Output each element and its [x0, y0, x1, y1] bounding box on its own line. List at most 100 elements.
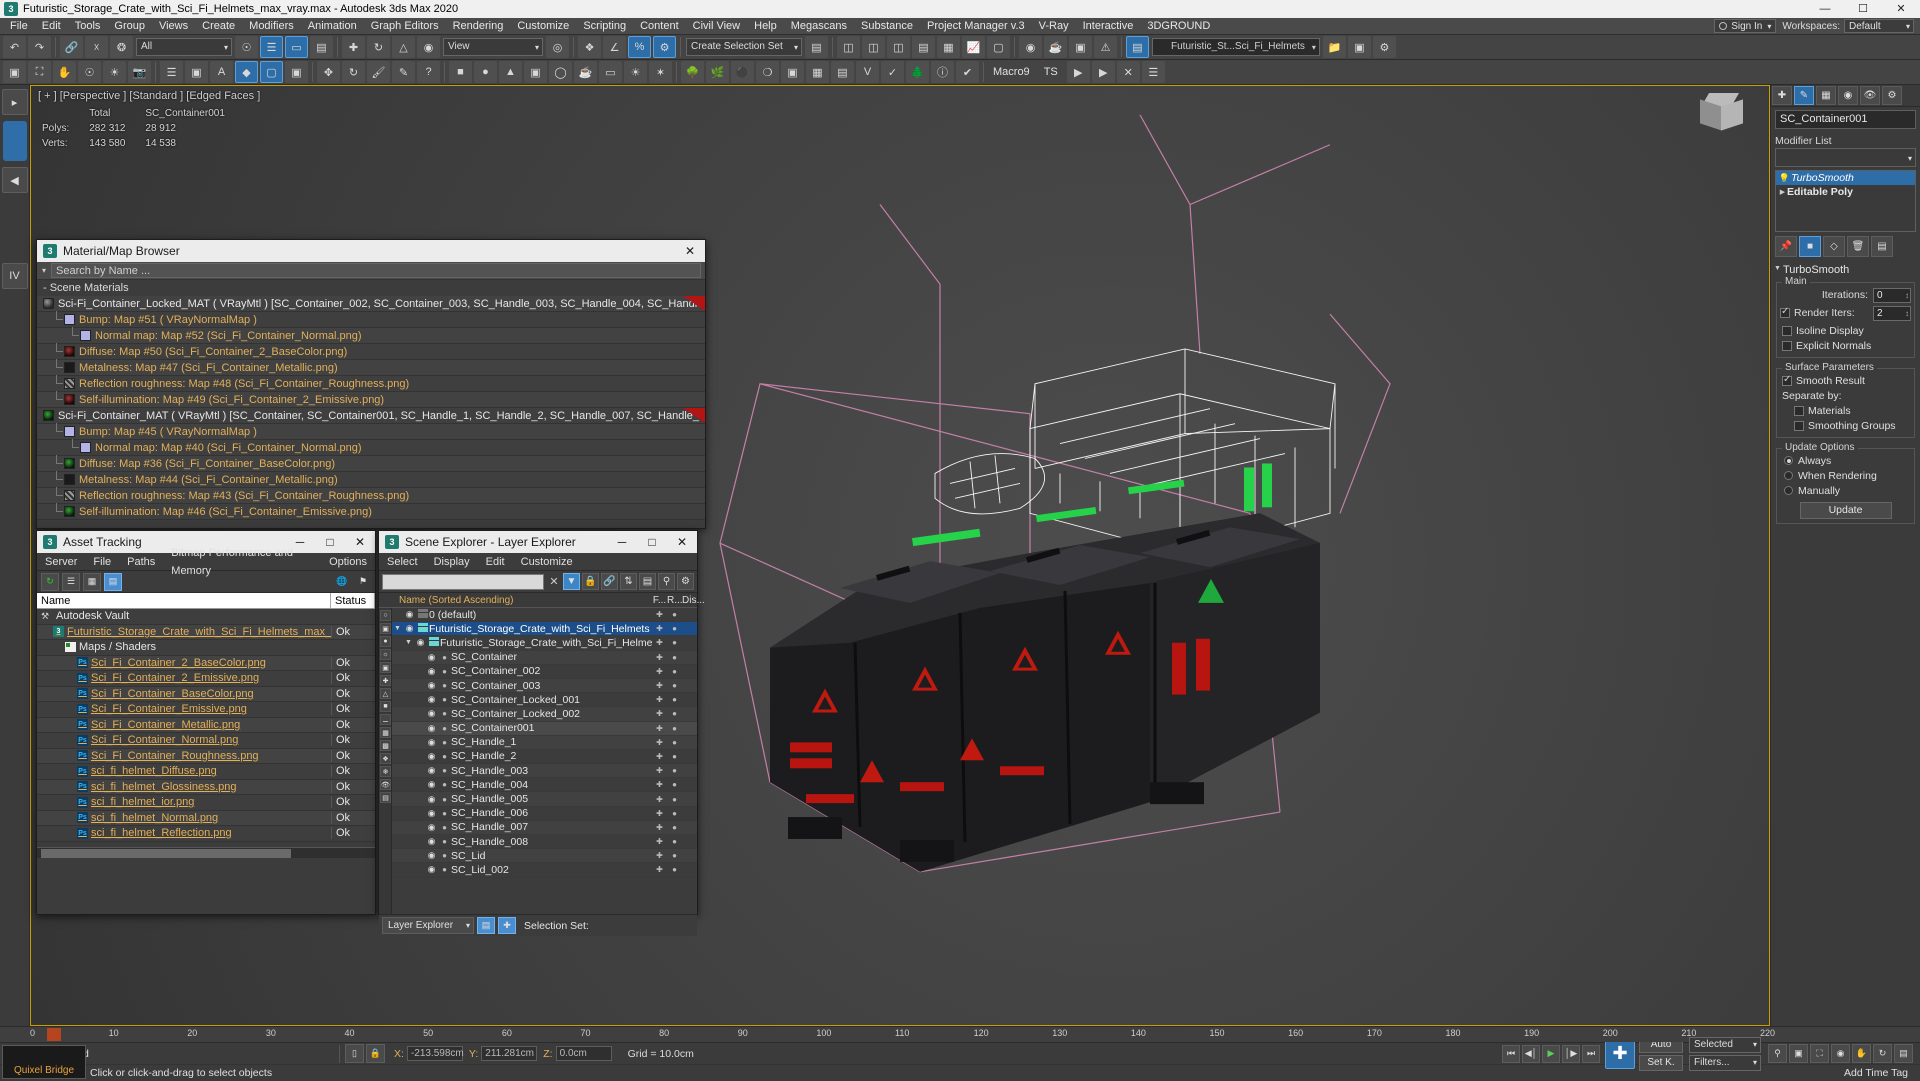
quick-render-icon[interactable]: ▣	[3, 61, 26, 83]
column-f-cell[interactable]: ✚	[652, 681, 667, 690]
scene-explorer-row[interactable]: ◉ ● SC_Lid ✚ ●	[392, 849, 697, 864]
ribbon-icon[interactable]: ▦	[937, 36, 960, 58]
tab-hierarchy[interactable]: ▦	[1816, 86, 1836, 105]
spinner-snap-icon[interactable]: ⚙	[653, 36, 676, 58]
column-header-status[interactable]: Status	[331, 593, 375, 608]
material-swatch-icon[interactable]	[64, 506, 75, 517]
time-slider[interactable]	[47, 1028, 61, 1041]
column-r-cell[interactable]: ●	[667, 752, 682, 761]
smooth-result-row[interactable]: Smooth Result	[1780, 373, 1911, 388]
add-time-tag-label[interactable]: Add Time Tag	[1844, 1067, 1908, 1079]
asset-name-cell[interactable]: Ps sci_fi_helmet_ior.png	[37, 796, 331, 808]
percent-snap-icon[interactable]: %	[628, 36, 651, 58]
proxy-icon[interactable]: ▣	[781, 61, 804, 83]
refresh-icon[interactable]: ↻	[41, 572, 59, 591]
column-r-cell[interactable]: ●	[667, 851, 682, 860]
iterations-spinner[interactable]: 0	[1873, 287, 1911, 303]
when-rendering-radio[interactable]	[1784, 471, 1793, 480]
brush-icon[interactable]: ✎	[392, 61, 415, 83]
grass-icon[interactable]: 🌿	[706, 61, 729, 83]
zoom-extents-icon[interactable]: ⛶	[1810, 1044, 1829, 1063]
select-object-icon[interactable]: ☉	[235, 36, 258, 58]
layer-explorer-tab[interactable]: Layer Explorer	[382, 917, 474, 934]
column-f-cell[interactable]: ✚	[652, 738, 667, 747]
layer-explorer-icon[interactable]: ◫	[887, 36, 910, 58]
select-link-icon[interactable]: 🔗	[60, 36, 83, 58]
scene-explorer-row[interactable]: ◉ ● SC_Container_Locked_001 ✚ ●	[392, 693, 697, 708]
y-field[interactable]: 211.281cm	[481, 1046, 538, 1061]
tree-icon[interactable]: 🌲	[906, 61, 929, 83]
column-r-cell[interactable]: ●	[667, 738, 682, 747]
scene-explorer-row[interactable]: ◉ ● SC_Container_002 ✚ ●	[392, 665, 697, 679]
rail-xref-icon[interactable]: ▩	[380, 740, 391, 751]
material-tree-row[interactable]: Sci-Fi_Container_MAT ( VRayMtl ) [SC_Con…	[37, 408, 705, 424]
asset-row[interactable]: Ps Sci_Fi_Container_2_BaseColor.png Ok	[37, 655, 375, 671]
approve-icon[interactable]: ✔	[956, 61, 979, 83]
scene-explorer-row[interactable]: ◉ ● SC_Handle_2 ✚ ●	[392, 750, 697, 765]
menu-item-rendering[interactable]: Rendering	[446, 18, 511, 35]
asset-row[interactable]: Ps sci_fi_helmet_Glossiness.png Ok	[37, 779, 375, 795]
select-scale-icon[interactable]: △	[392, 36, 415, 58]
column-f-cell[interactable]: ✚	[652, 695, 667, 704]
modifier-stack[interactable]: 💡 TurboSmooth ▶ Editable Poly	[1775, 170, 1916, 232]
material-swatch-icon[interactable]	[64, 378, 75, 389]
column-f-cell[interactable]: ✚	[652, 653, 667, 662]
unlink-icon[interactable]: ☓	[85, 36, 108, 58]
column-r-cell[interactable]: ●	[667, 795, 682, 804]
globe-icon[interactable]: 🌐	[333, 573, 351, 591]
modifier-stack-item-editablepoly[interactable]: ▶ Editable Poly	[1776, 185, 1915, 199]
minimize-button[interactable]: —	[1806, 0, 1844, 18]
column-f-cell[interactable]: ✚	[652, 667, 667, 676]
scene-explorer-row[interactable]: ◉ ● SC_Handle_1 ✚ ●	[392, 735, 697, 750]
material-swatch-icon[interactable]	[64, 362, 75, 373]
turbosmooth-rollout[interactable]: TurboSmooth Main Iterations: 0 Render It…	[1773, 262, 1918, 524]
column-f-cell[interactable]: ✚	[652, 624, 667, 633]
material-tree-row[interactable]: Normal map: Map #52 (Sci_Fi_Container_No…	[37, 327, 705, 344]
asset-name-cell[interactable]: Ps sci_fi_helmet_Diffuse.png	[37, 765, 331, 777]
matbrowser-search-input[interactable]: Search by Name ...	[51, 263, 701, 278]
clear-filter-icon[interactable]: ✕	[547, 575, 561, 588]
scene-explorer-icon[interactable]: ▤	[912, 36, 935, 58]
eye-icon[interactable]: ◉	[425, 808, 438, 819]
named-selection-set-combo[interactable]: Create Selection Set	[686, 38, 802, 56]
workspace-selector[interactable]: Default	[1844, 19, 1914, 33]
quixel-bridge-panel[interactable]: Quixel Bridge	[2, 1045, 86, 1079]
plane-icon[interactable]: ▭	[599, 61, 622, 83]
sceneexplorer-filter-input[interactable]	[382, 573, 544, 590]
mirror-icon[interactable]: ◫	[837, 36, 860, 58]
scene-explorer-row[interactable]: ◉ ● SC_Lid_002 ✚ ●	[392, 863, 697, 878]
assettracking-horizontal-scrollbar[interactable]	[37, 847, 375, 858]
smoothing-groups-checkbox[interactable]	[1794, 420, 1804, 431]
menu-item-edit[interactable]: Edit	[35, 18, 68, 35]
pan-icon[interactable]: ✋	[53, 61, 76, 83]
rail-layer-icon[interactable]: ▣	[380, 623, 391, 634]
material-swatch-icon[interactable]	[64, 458, 75, 469]
search-icon[interactable]: ⚲	[658, 573, 675, 590]
info-icon[interactable]: ⓘ	[931, 61, 954, 83]
menu-item-file[interactable]: File	[3, 18, 35, 35]
matbrowser-tree[interactable]: - Scene Materials Sci-Fi_Container_Locke…	[37, 280, 705, 528]
rail-camera-icon[interactable]: ▣	[380, 662, 391, 673]
menu-item-content[interactable]: Content	[633, 18, 686, 35]
render-frame-icon[interactable]: ▣	[1069, 36, 1092, 58]
cone-primitive-icon[interactable]: ▲	[499, 61, 522, 83]
link-icon[interactable]: 🔗	[601, 573, 618, 590]
rail-group-icon[interactable]: ▦	[380, 727, 391, 738]
column-r-cell[interactable]: ●	[667, 837, 682, 846]
eye-icon[interactable]: ◉	[425, 652, 438, 663]
eye-icon[interactable]: ◉	[425, 708, 438, 719]
scene-explorer-window[interactable]: 3 Scene Explorer - Layer Explorer ─ □ ✕ …	[378, 530, 705, 936]
asset-row[interactable]: 3 Futuristic_Storage_Crate_with_Sci_Fi_He…	[37, 624, 375, 640]
when-rendering-row[interactable]: When Rendering	[1780, 468, 1911, 483]
material-swatch-icon[interactable]	[80, 330, 91, 341]
column-r-cell[interactable]: ●	[667, 624, 682, 633]
column-f-cell[interactable]: ✚	[652, 709, 667, 718]
update-button[interactable]: Update	[1799, 502, 1892, 519]
column-r-cell[interactable]: ●	[667, 780, 682, 789]
next-frame-icon[interactable]: │▶	[1562, 1044, 1580, 1063]
column-r-cell[interactable]: ●	[667, 865, 682, 874]
asset-name-cell[interactable]: Ps Sci_Fi_Container_2_Emissive.png	[37, 672, 331, 684]
scene-explorer-row[interactable]: ◉ ● SC_Container ✚ ●	[392, 650, 697, 665]
column-f-cell[interactable]: ✚	[652, 837, 667, 846]
adobe-icon[interactable]: A	[210, 61, 233, 83]
